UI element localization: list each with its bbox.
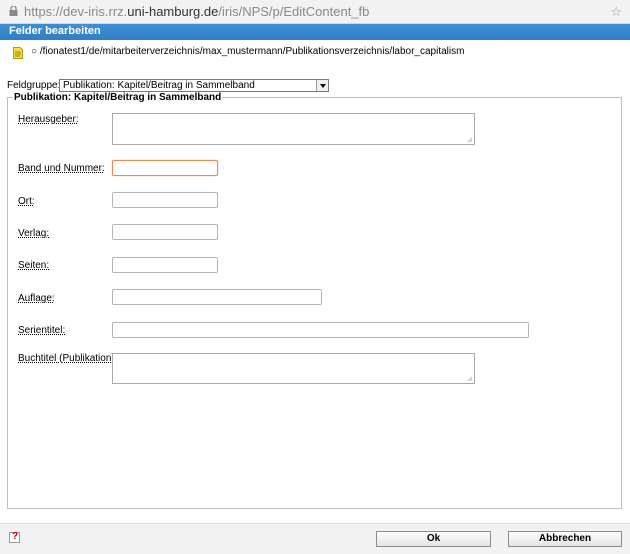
chevron-down-icon[interactable] (316, 80, 328, 91)
herausgeber-textarea[interactable] (112, 113, 475, 145)
dialog-title: Felder bearbeiten (9, 25, 101, 37)
bookmark-star-icon[interactable]: ☆ (610, 4, 622, 20)
ok-button[interactable]: Ok (376, 531, 491, 547)
browser-url-bar[interactable]: https://dev-iris.rrz.uni-hamburg.de/iris… (0, 0, 630, 24)
resize-grip-icon[interactable] (467, 137, 473, 143)
dialog-titlebar: Felder bearbeiten (0, 24, 630, 40)
cancel-button[interactable]: Abbrechen (508, 531, 622, 547)
help-icon[interactable]: ? (9, 531, 20, 543)
verlag-label: Verlag: (18, 228, 50, 239)
serientitel-input[interactable] (112, 322, 529, 338)
auflage-label: Auflage: (18, 293, 55, 304)
ort-input[interactable] (112, 192, 218, 208)
band-input[interactable] (112, 160, 218, 176)
dialog-footer: ? Ok Abbrechen (0, 523, 630, 554)
band-label: Band und Nummer: (18, 163, 105, 174)
resize-grip-icon[interactable] (467, 376, 473, 382)
lock-icon (9, 6, 18, 16)
seiten-input[interactable] (112, 257, 218, 273)
fieldgroup-selected-value: Publikation: Kapitel/Beitrag in Sammelba… (63, 80, 255, 91)
seiten-label: Seiten: (18, 260, 50, 271)
auflage-input[interactable] (112, 289, 322, 305)
fieldgroup-label: Feldgruppe: (7, 80, 61, 91)
url-host: uni-hamburg.de (127, 4, 219, 19)
url-path: /iris/NPS/p/EditContent_fb (218, 4, 370, 19)
fieldgroup-select[interactable]: Publikation: Kapitel/Beitrag in Sammelba… (59, 79, 329, 92)
serientitel-label: Serientitel: (18, 325, 66, 336)
buchtitel-label: Buchtitel (Publikation): (18, 353, 118, 364)
help-glyph: ? (12, 531, 19, 542)
herausgeber-label: Herausgeber: (18, 114, 79, 125)
ort-label: Ort: (18, 196, 35, 207)
buchtitel-textarea[interactable] (112, 353, 475, 384)
object-path: ○ /fionatest1/de/mitarbeiterverzeichnis/… (31, 46, 465, 57)
field-group-box: Publikation: Kapitel/Beitrag in Sammelba… (7, 92, 622, 509)
url-prefix: https://dev-iris.rrz. (24, 4, 128, 19)
url-text: https://dev-iris.rrz.uni-hamburg.de/iris… (24, 4, 369, 19)
document-icon (13, 47, 23, 59)
verlag-input[interactable] (112, 224, 218, 240)
field-group-legend: Publikation: Kapitel/Beitrag in Sammelba… (13, 92, 223, 103)
